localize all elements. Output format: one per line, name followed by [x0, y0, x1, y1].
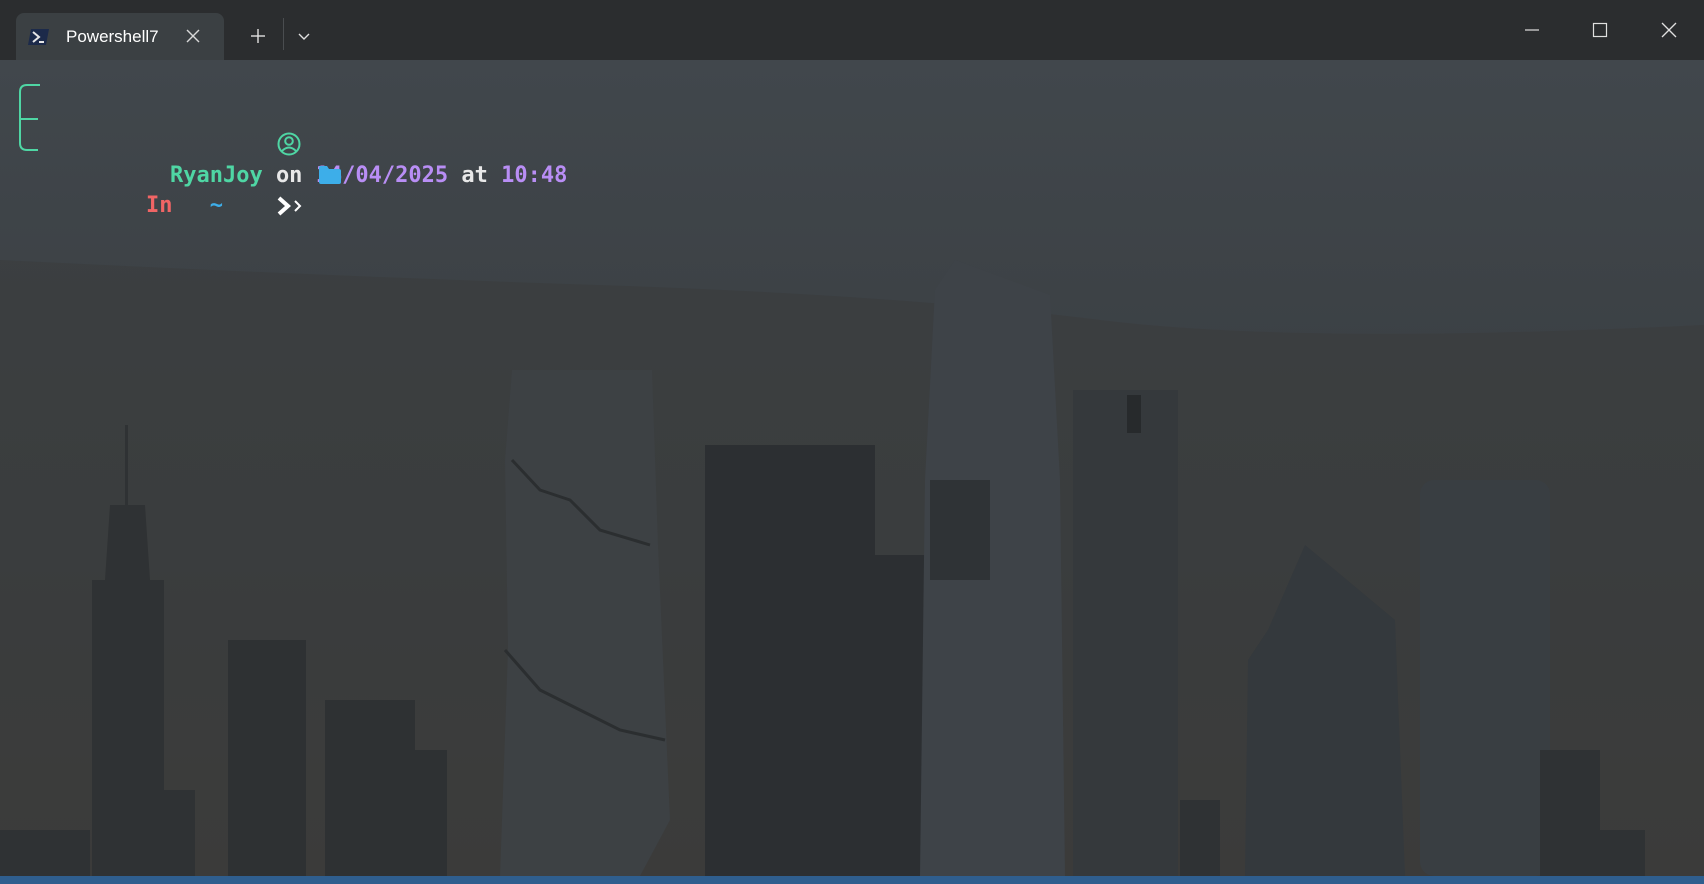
title-bar[interactable]: Powershell7 [0, 0, 1704, 60]
close-window-button[interactable] [1651, 14, 1687, 46]
close-icon [186, 29, 200, 43]
plus-icon [251, 29, 265, 43]
minimize-button[interactable] [1514, 14, 1550, 46]
tab-divider [283, 18, 284, 50]
maximize-button[interactable] [1582, 14, 1618, 46]
folder-icon [186, 134, 342, 184]
minimize-icon [1525, 29, 1539, 31]
prompt-time: 10:48 [501, 163, 568, 188]
new-tab-button[interactable] [244, 22, 272, 50]
chevron-down-icon [298, 33, 310, 40]
tab-title: Powershell7 [66, 26, 159, 46]
tab-dropdown-button[interactable] [290, 22, 318, 50]
chevron-right-icon [144, 165, 302, 216]
maximize-icon [1592, 22, 1608, 38]
window-bottom-accent [0, 876, 1704, 884]
close-icon [1661, 22, 1677, 38]
close-tab-button[interactable] [182, 25, 204, 47]
prompt-line-3[interactable] [38, 135, 302, 216]
prompt-at-word: at [461, 163, 488, 188]
terminal-area[interactable]: RyanJoy on 14/04/2025 at 10:48 In ~ [0, 60, 1704, 876]
tab-powershell7[interactable]: Powershell7 [16, 13, 224, 60]
prompt-line-2: In ~ [40, 104, 342, 218]
terminal-window: Powershell7 RyanJoy on 14/04/2025 at 10:… [0, 0, 1704, 884]
powershell-icon [28, 28, 50, 46]
prompt-line-1: RyanJoy on 14/04/2025 at 10:48 [38, 72, 567, 188]
